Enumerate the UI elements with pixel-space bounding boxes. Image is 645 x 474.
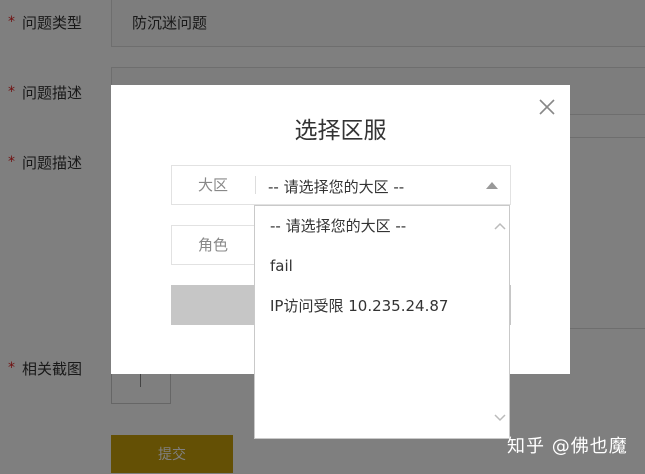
- scroll-up-icon[interactable]: [494, 220, 506, 232]
- chevron-up-icon: [486, 182, 498, 189]
- dropdown-option[interactable]: fail: [255, 246, 491, 286]
- dropdown-option[interactable]: IP访问受限 10.235.24.87: [255, 286, 491, 326]
- watermark: 知乎 @佛也魔: [507, 436, 628, 457]
- dropdown-scrollbar[interactable]: [491, 206, 509, 438]
- region-select-value: -- 请选择您的大区 --: [268, 178, 405, 196]
- modal-title: 选择区服: [294, 118, 387, 144]
- dropdown-option[interactable]: -- 请选择您的大区 --: [255, 206, 491, 246]
- role-label: 角色: [197, 236, 228, 254]
- region-label: 大区: [197, 176, 228, 194]
- region-select[interactable]: 大区 -- 请选择您的大区 --: [171, 165, 511, 205]
- dropdown-options: -- 请选择您的大区 -- fail IP访问受限 10.235.24.87: [255, 206, 491, 438]
- scroll-down-icon[interactable]: [494, 412, 506, 424]
- close-icon[interactable]: [536, 96, 558, 118]
- divider: [255, 176, 256, 194]
- region-dropdown-list: -- 请选择您的大区 -- fail IP访问受限 10.235.24.87: [254, 205, 510, 439]
